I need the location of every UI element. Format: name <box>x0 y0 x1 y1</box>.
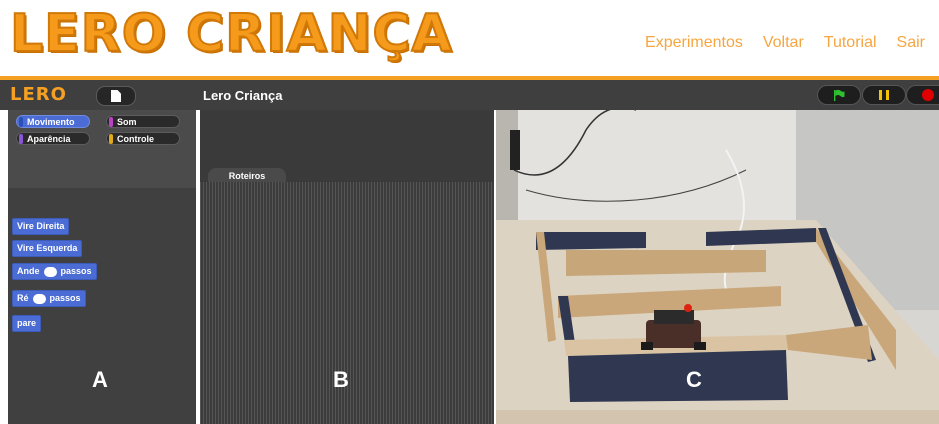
editor-toolbar: LERO Lero Criança <box>0 80 939 110</box>
block-label: Ande <box>17 266 40 276</box>
block-ande-passos[interactable]: Ande passos <box>12 263 97 280</box>
block-vire-direita[interactable]: Vire Direita <box>12 218 70 235</box>
pause-icon <box>879 90 889 100</box>
block-label: Vire Direita <box>17 221 65 231</box>
nav-voltar[interactable]: Voltar <box>763 34 804 52</box>
logo-text: LERO CRIANÇA <box>9 3 453 65</box>
site-logo[interactable]: LERO CRIANÇA <box>9 3 453 65</box>
category-aparencia[interactable]: Aparência <box>16 132 90 145</box>
block-palette: Movimento Som Aparência Controle Vire Di… <box>8 110 196 424</box>
stop-icon <box>922 89 934 101</box>
region-label-c: C <box>686 367 702 392</box>
category-selector: Movimento Som Aparência Controle <box>8 110 196 188</box>
region-label-b: B <box>333 367 349 392</box>
project-title: Lero Criança <box>203 88 283 103</box>
steps-input[interactable] <box>43 266 57 277</box>
nav-tutorial[interactable]: Tutorial <box>824 34 877 52</box>
region-label-a: A <box>92 367 108 392</box>
nav-experimentos[interactable]: Experimentos <box>645 34 743 52</box>
green-flag-icon <box>834 89 845 101</box>
stop-button[interactable] <box>906 85 939 105</box>
category-controle[interactable]: Controle <box>106 132 180 145</box>
green-flag-button[interactable] <box>817 85 861 105</box>
editor-logo: LERO <box>10 84 67 105</box>
block-vire-esquerda[interactable]: Vire Esquerda <box>12 240 83 257</box>
block-label: pare <box>17 318 37 328</box>
editor-logo-text: LERO <box>10 84 67 105</box>
top-nav: Experimentos Voltar Tutorial Sair <box>645 34 925 52</box>
block-pare[interactable]: pare <box>12 315 42 332</box>
category-som[interactable]: Som <box>106 115 180 128</box>
pause-button[interactable] <box>862 85 906 105</box>
nav-sair[interactable]: Sair <box>897 34 925 52</box>
camera-feed-image <box>496 110 939 424</box>
file-icon <box>111 90 121 102</box>
block-suffix: passos <box>60 266 92 276</box>
scripts-panel: Roteiros B <box>200 110 494 424</box>
site-header: LERO CRIANÇA Experimentos Voltar Tutoria… <box>0 0 939 80</box>
camera-view: C <box>496 110 939 424</box>
block-label: Ré <box>17 293 29 303</box>
block-suffix: passos <box>49 293 81 303</box>
block-label: Vire Esquerda <box>17 243 78 253</box>
category-movimento[interactable]: Movimento <box>16 115 90 128</box>
steps-input[interactable] <box>32 293 46 304</box>
block-re-passos[interactable]: Ré passos <box>12 290 86 307</box>
file-menu-button[interactable] <box>96 86 136 106</box>
